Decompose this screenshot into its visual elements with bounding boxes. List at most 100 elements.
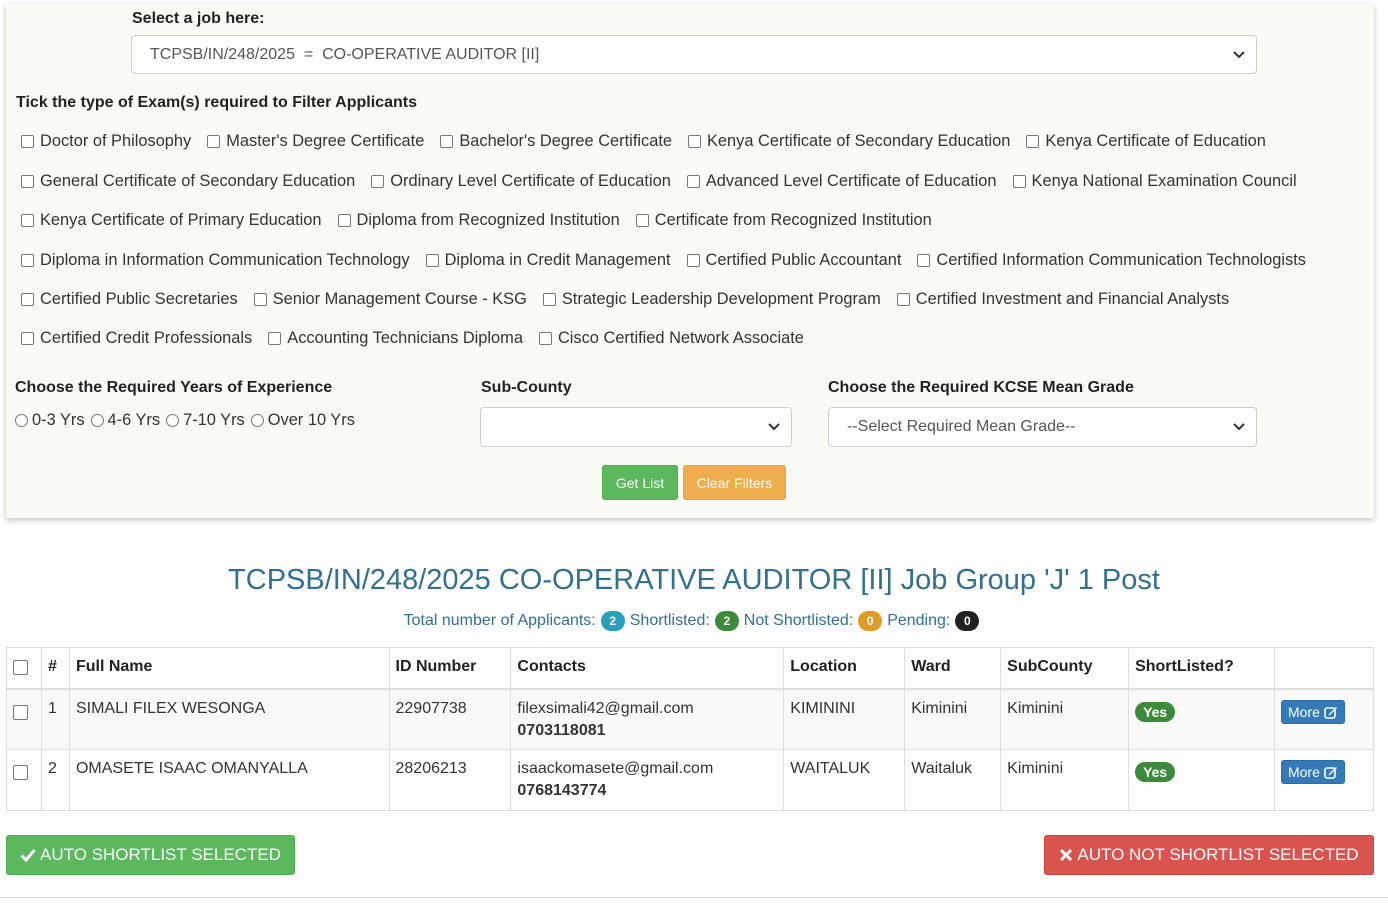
radio-button[interactable]: [250, 414, 264, 427]
shortlisted-badge: 2: [714, 611, 739, 631]
exam-checkbox[interactable]: [21, 254, 34, 267]
exam-checkbox[interactable]: [688, 135, 701, 148]
exam-checkbox[interactable]: [440, 135, 454, 148]
experience-option[interactable]: 7-10 Yrs: [166, 411, 245, 430]
not-shortlisted-badge: 0: [858, 611, 883, 631]
exam-checkbox[interactable]: [917, 254, 931, 267]
experience-option[interactable]: 0-3 Yrs: [15, 411, 85, 430]
exam-checkbox[interactable]: [21, 332, 34, 345]
exam-checkbox[interactable]: [21, 293, 34, 306]
exam-option[interactable]: Diploma in Information Communication Tec…: [21, 251, 410, 270]
exam-option[interactable]: Ordinary Level Certificate of Education: [371, 172, 671, 191]
exam-row: Certified Credit Professionals Accountin…: [21, 329, 804, 348]
exam-row: Doctor of Philosophy Master's Degree Cer…: [21, 132, 1266, 151]
exam-checkbox[interactable]: [207, 135, 221, 148]
exam-checkbox[interactable]: [268, 332, 282, 345]
actions-cell: More: [1273, 749, 1375, 811]
experience-option[interactable]: Over 10 Yrs: [250, 411, 355, 430]
exam-checkbox[interactable]: [1026, 135, 1040, 148]
exam-checkbox[interactable]: [337, 214, 351, 227]
grade-select-value: --Select Required Mean Grade--: [847, 418, 1076, 435]
grade-select[interactable]: --Select Required Mean Grade--: [828, 407, 1257, 447]
exam-checkbox[interactable]: [21, 175, 34, 188]
exam-option[interactable]: Kenya Certificate of Secondary Education: [688, 132, 1010, 151]
row-checkbox[interactable]: [13, 704, 28, 720]
full-name: OMASETE ISAAC OMANYALLA: [68, 749, 390, 811]
radio-button[interactable]: [15, 414, 28, 427]
exam-option[interactable]: Certified Credit Professionals: [21, 329, 252, 348]
column-header: SubCounty: [1000, 647, 1130, 690]
exam-checkbox[interactable]: [686, 175, 700, 188]
exam-checkbox[interactable]: [686, 254, 700, 267]
job-select[interactable]: TCPSB/IN/248/2025 = CO-OPERATIVE AUDITOR…: [131, 35, 1257, 74]
exam-option[interactable]: Kenya Certificate of Education: [1026, 132, 1266, 151]
table-row: 1 SIMALI FILEX WESONGA 22907738 filexsim…: [6, 688, 1375, 750]
get-list-button[interactable]: Get List: [602, 465, 678, 500]
location: WAITALUK: [783, 749, 906, 811]
shortlisted-badge: Yes: [1135, 762, 1176, 782]
contacts: isaackomasete@gmail.com 0768143774: [510, 749, 785, 811]
exam-option[interactable]: Diploma from Recognized Institution: [337, 211, 620, 230]
exam-option[interactable]: Kenya Certificate of Primary Education: [21, 211, 322, 230]
exam-checkbox[interactable]: [21, 214, 34, 227]
exam-option[interactable]: Advanced Level Certificate of Education: [686, 172, 997, 191]
exam-row: General Certificate of Secondary Educati…: [21, 172, 1297, 191]
exam-row: Diploma in Information Communication Tec…: [21, 251, 1306, 270]
exam-option[interactable]: Bachelor's Degree Certificate: [440, 132, 672, 151]
exam-option[interactable]: General Certificate of Secondary Educati…: [21, 172, 355, 191]
exam-checkbox[interactable]: [635, 214, 649, 227]
full-name: SIMALI FILEX WESONGA: [68, 688, 390, 750]
exam-option[interactable]: Master's Degree Certificate: [207, 132, 424, 151]
row-checkbox[interactable]: [13, 765, 28, 780]
total-badge: 2: [600, 611, 625, 631]
pending-badge: 0: [955, 611, 980, 631]
column-header: ID Number: [388, 647, 512, 690]
radio-button[interactable]: [90, 414, 104, 427]
exam-checkbox[interactable]: [542, 293, 556, 306]
subcounty-select[interactable]: [480, 407, 792, 447]
pending-label: Pending:: [887, 612, 951, 629]
shortlisted-cell: Yes: [1128, 688, 1275, 750]
exam-option[interactable]: Diploma in Credit Management: [425, 251, 671, 270]
exam-option[interactable]: Certified Investment and Financial Analy…: [896, 290, 1229, 309]
exam-option[interactable]: Strategic Leadership Development Program: [542, 290, 881, 309]
row-number: 2: [40, 749, 70, 811]
exam-option[interactable]: Accounting Technicians Diploma: [268, 329, 523, 348]
actions-header: [1273, 647, 1375, 690]
exam-option[interactable]: Doctor of Philosophy: [21, 132, 191, 151]
exam-option[interactable]: Kenya National Examination Council: [1012, 172, 1297, 191]
not-shortlisted-label: Not Shortlisted:: [743, 612, 854, 629]
experience-option[interactable]: 4-6 Yrs: [90, 411, 160, 430]
applicant-counts: Total number of Applicants: 2 Shortliste…: [0, 611, 1388, 631]
exam-option[interactable]: Senior Management Course - KSG: [253, 290, 527, 309]
exam-checkbox[interactable]: [538, 332, 552, 345]
more-button[interactable]: More: [1280, 699, 1345, 724]
exam-checkbox[interactable]: [425, 254, 439, 267]
table-row: 2 OMASETE ISAAC OMANYALLA 28206213 isaac…: [6, 749, 1375, 811]
more-button[interactable]: More: [1280, 760, 1345, 784]
actions-cell: More: [1273, 688, 1375, 750]
exam-option[interactable]: Cisco Certified Network Associate: [538, 329, 804, 348]
exam-filter-label: Tick the type of Exam(s) required to Fil…: [16, 94, 417, 111]
exam-row: Kenya Certificate of Primary Education D…: [21, 211, 932, 230]
exam-option[interactable]: Certified Public Secretaries: [21, 290, 238, 309]
id-number: 22907738: [388, 688, 512, 750]
shortlisted-badge: Yes: [1135, 701, 1176, 722]
radio-button[interactable]: [166, 414, 180, 427]
exam-option[interactable]: Certified Information Communication Tech…: [917, 251, 1306, 270]
select-all-checkbox[interactable]: [13, 660, 28, 675]
exam-option[interactable]: Certified Public Accountant: [686, 251, 901, 270]
exam-checkbox[interactable]: [371, 175, 385, 188]
exam-checkbox[interactable]: [896, 293, 910, 306]
row-select-cell: [6, 749, 42, 811]
exam-checkbox[interactable]: [253, 293, 267, 306]
exam-checkbox[interactable]: [1012, 175, 1026, 188]
table-header-row: # Full Name ID Number Contacts Location …: [6, 647, 1375, 690]
clear-filters-button[interactable]: Clear Filters: [683, 465, 786, 500]
auto-not-shortlist-button[interactable]: AUTO NOT SHORTLIST SELECTED: [1044, 835, 1374, 875]
exam-checkbox[interactable]: [21, 135, 34, 148]
chevron-down-icon: [1233, 423, 1245, 431]
exam-option[interactable]: Certificate from Recognized Institution: [635, 211, 932, 230]
row-number: 1: [40, 688, 70, 750]
auto-shortlist-button[interactable]: AUTO SHORTLIST SELECTED: [6, 835, 295, 875]
